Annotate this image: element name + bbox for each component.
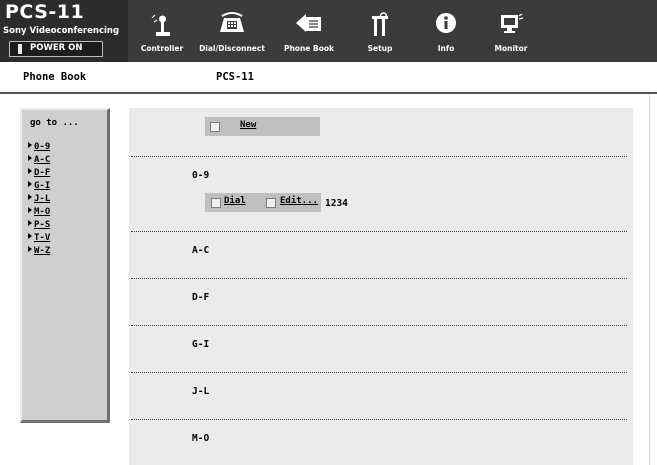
power-status: POWER ON [9, 41, 103, 57]
section-divider [131, 325, 627, 326]
triangle-right-icon [28, 181, 32, 187]
goto-link-0-9[interactable]: 0-9 [28, 142, 50, 152]
goto-link-g-i[interactable]: G-I [28, 181, 50, 191]
section-divider [131, 156, 627, 157]
power-indicator-icon [18, 44, 22, 54]
goto-link-p-s[interactable]: P-S [28, 220, 50, 230]
checkbox-icon [210, 122, 220, 132]
goto-link-m-o[interactable]: M-O [28, 207, 50, 217]
product-subtitle: Sony Videoconferencing [3, 26, 120, 36]
device-name: PCS-11 [216, 71, 254, 83]
power-status-label: POWER ON [30, 43, 83, 53]
edit-button[interactable]: Edit... [280, 196, 318, 206]
nav-monitor-label: Monitor [494, 44, 528, 53]
setup-tools-icon [372, 12, 388, 36]
triangle-right-icon [28, 207, 32, 213]
triangle-right-icon [28, 233, 32, 239]
section-heading-g-i: G-I [192, 339, 210, 350]
section-heading-d-f: D-F [192, 292, 210, 303]
product-logo: PCS-11 [5, 1, 85, 23]
edit-checkbox-icon[interactable] [266, 198, 276, 208]
nav-dial-disconnect-label: Dial/Disconnect [199, 44, 265, 53]
section-heading-0-9: 0-9 [192, 170, 210, 181]
title-row: Phone Book PCS-11 [0, 62, 657, 92]
goto-panel: go to ... 0-9 A-C D-F G-I J-L M-O P-S T-… [20, 108, 110, 423]
nav-monitor[interactable]: Monitor [486, 0, 536, 62]
triangle-right-icon [28, 168, 32, 174]
title-divider [0, 92, 657, 94]
triangle-right-icon [28, 155, 32, 161]
goto-heading: go to ... [30, 118, 79, 128]
nav-info[interactable]: Info [426, 0, 466, 62]
triangle-right-icon [28, 142, 32, 148]
goto-link-j-l[interactable]: J-L [28, 194, 50, 204]
new-entry-label[interactable]: New [240, 120, 256, 130]
nav-controller[interactable]: Controller [136, 0, 188, 62]
section-divider [131, 278, 627, 279]
nav-info-label: Info [437, 44, 455, 53]
section-divider [131, 372, 627, 373]
section-divider [131, 231, 627, 232]
triangle-right-icon [28, 246, 32, 252]
triangle-right-icon [28, 194, 32, 200]
new-entry-button[interactable]: New [205, 117, 320, 136]
info-icon [436, 13, 456, 33]
section-heading-a-c: A-C [192, 245, 210, 256]
dial-checkbox-icon[interactable] [211, 198, 221, 208]
dial-button[interactable]: Dial [224, 196, 246, 206]
phone-book-icon [296, 14, 321, 32]
nav-setup-label: Setup [367, 44, 393, 53]
joystick-icon [151, 14, 170, 36]
goto-link-d-f[interactable]: D-F [28, 168, 50, 178]
dial-disconnect-icon [220, 12, 244, 32]
brand-block: PCS-11 Sony Videoconferencing POWER ON [0, 0, 128, 62]
section-heading-m-o: M-O [192, 433, 210, 444]
scrollbar[interactable] [649, 94, 657, 465]
monitor-icon [501, 13, 524, 33]
section-heading-j-l: J-L [192, 386, 210, 397]
nav-controller-label: Controller [140, 44, 184, 53]
section-divider [131, 419, 627, 420]
nav-dial-disconnect[interactable]: Dial/Disconnect [196, 0, 268, 62]
goto-link-a-c[interactable]: A-C [28, 155, 50, 165]
entry-number: 1234 [325, 198, 348, 209]
nav-phone-book-label: Phone Book [283, 44, 335, 53]
phone-book-list [129, 108, 633, 465]
nav-phone-book[interactable]: Phone Book [280, 0, 338, 62]
page-title: Phone Book [23, 71, 87, 83]
triangle-right-icon [28, 220, 32, 226]
nav-setup[interactable]: Setup [358, 0, 402, 62]
top-toolbar: PCS-11 Sony Videoconferencing POWER ON C… [0, 0, 657, 62]
goto-link-t-v[interactable]: T-V [28, 233, 50, 243]
goto-link-w-z[interactable]: W-Z [28, 246, 50, 256]
